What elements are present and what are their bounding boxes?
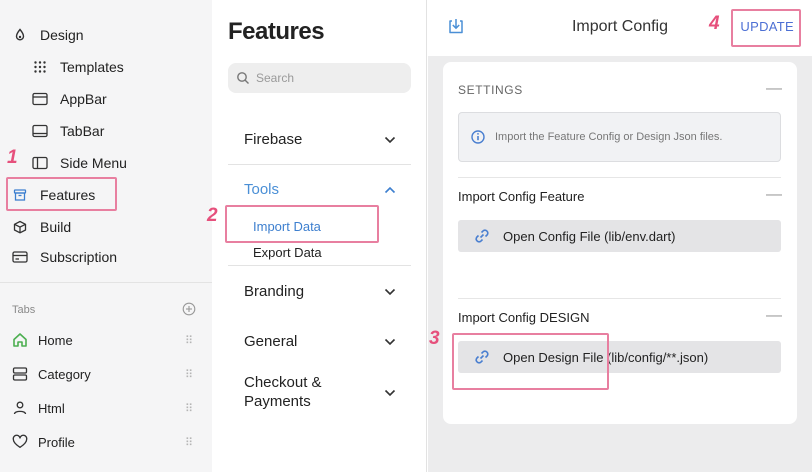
search-icon bbox=[236, 71, 250, 85]
tabbar-icon bbox=[32, 123, 48, 139]
sidebar-item-label: AppBar bbox=[60, 91, 107, 107]
section-label-line2: Payments bbox=[244, 393, 311, 410]
sidebar-item-build[interactable]: Build bbox=[12, 212, 71, 242]
appbar-icon bbox=[32, 91, 48, 107]
drag-handle-icon[interactable]: ⠿ bbox=[185, 368, 193, 381]
collapse-feature-button[interactable]: — bbox=[766, 186, 782, 204]
open-config-file-button[interactable]: Open Config File (lib/env.dart) bbox=[458, 220, 781, 252]
tab-item-label: Profile bbox=[38, 434, 75, 450]
chevron-up-icon bbox=[384, 181, 396, 198]
tab-item-profile[interactable]: Profile ⠿ bbox=[12, 427, 193, 457]
annotation-badge-1: 1 bbox=[7, 147, 18, 168]
drag-handle-icon[interactable]: ⠿ bbox=[185, 334, 193, 347]
section-label: Firebase bbox=[244, 130, 303, 148]
palette-icon bbox=[12, 27, 28, 43]
collapse-settings-button[interactable]: — bbox=[766, 80, 782, 98]
tab-item-category[interactable]: Category ⠿ bbox=[12, 359, 193, 389]
chevron-down-icon bbox=[384, 333, 396, 350]
card-icon bbox=[12, 249, 28, 265]
drag-handle-icon[interactable]: ⠿ bbox=[185, 402, 193, 415]
tabs-label: Tabs bbox=[12, 304, 36, 316]
annotation-badge-3: 3 bbox=[429, 328, 440, 349]
info-box: Import the Feature Config or Design Json… bbox=[458, 112, 781, 162]
tabs-section-header: Tabs bbox=[12, 302, 196, 318]
chevron-down-icon bbox=[384, 131, 396, 148]
section-label-line1: Checkout & bbox=[244, 374, 322, 391]
search-input[interactable]: Search bbox=[228, 63, 411, 93]
sidebar-item-subscription[interactable]: Subscription bbox=[12, 242, 117, 272]
tools-item-export-data[interactable]: Export Data bbox=[253, 245, 322, 260]
open-config-file-label: Open Config File (lib/env.dart) bbox=[503, 228, 676, 244]
section-divider bbox=[228, 164, 411, 165]
cube-icon bbox=[12, 219, 28, 235]
section-tools[interactable]: Tools bbox=[244, 179, 396, 199]
side-menu-icon bbox=[32, 155, 48, 171]
search-placeholder: Search bbox=[256, 71, 295, 85]
card-divider bbox=[458, 177, 781, 178]
link-icon bbox=[473, 227, 491, 245]
left-sidebar: Design Templates AppBar TabBar Side Menu… bbox=[0, 0, 212, 472]
chevron-down-icon bbox=[384, 283, 396, 300]
page-title: Features bbox=[228, 18, 325, 45]
chevron-down-icon bbox=[384, 384, 396, 401]
settings-label: SETTINGS bbox=[458, 83, 523, 97]
annotation-box-open-design-file bbox=[452, 333, 609, 390]
annotation-box-update bbox=[731, 9, 801, 47]
tab-item-label: Category bbox=[38, 366, 91, 382]
section-label: Checkout & Payments bbox=[244, 373, 322, 411]
import-design-label: Import Config DESIGN bbox=[458, 310, 590, 325]
info-icon bbox=[471, 130, 485, 144]
sidebar-item-templates[interactable]: Templates bbox=[32, 52, 124, 82]
sidebar-item-label: Subscription bbox=[40, 249, 118, 265]
section-label: Tools bbox=[244, 180, 280, 198]
section-divider bbox=[228, 265, 411, 266]
sidebar-item-label: Side Menu bbox=[60, 155, 127, 171]
section-branding[interactable]: Branding bbox=[244, 281, 396, 301]
heart-icon bbox=[12, 434, 28, 450]
sidebar-item-design[interactable]: Design bbox=[12, 20, 84, 50]
sidebar-item-label: Design bbox=[40, 27, 84, 43]
tab-item-label: Html bbox=[38, 400, 65, 416]
sidebar-item-label: TabBar bbox=[60, 123, 105, 139]
annotation-box-features bbox=[6, 177, 117, 211]
section-firebase[interactable]: Firebase bbox=[244, 129, 396, 149]
sidebar-divider bbox=[0, 282, 212, 283]
sidebar-item-appbar[interactable]: AppBar bbox=[32, 84, 107, 114]
info-text: Import the Feature Config or Design Json… bbox=[495, 131, 723, 143]
grid-icon bbox=[32, 59, 48, 75]
tab-item-html[interactable]: Html ⠿ bbox=[12, 393, 193, 423]
user-icon bbox=[12, 400, 28, 416]
category-icon bbox=[12, 366, 28, 382]
section-checkout-payments[interactable]: Checkout & Payments bbox=[244, 372, 396, 412]
drag-handle-icon[interactable]: ⠿ bbox=[185, 436, 193, 449]
sidebar-item-label: Templates bbox=[60, 59, 124, 75]
import-config-panel: Import Config UPDATE SETTINGS — Import t… bbox=[428, 0, 812, 472]
card-divider bbox=[458, 298, 781, 299]
annotation-badge-4: 4 bbox=[709, 13, 720, 34]
section-label: Branding bbox=[244, 282, 305, 300]
tab-item-home[interactable]: Home ⠿ bbox=[12, 325, 193, 355]
section-label: General bbox=[244, 332, 298, 350]
sidebar-item-tabbar[interactable]: TabBar bbox=[32, 116, 104, 146]
add-tab-icon[interactable] bbox=[182, 302, 196, 319]
home-icon bbox=[12, 332, 28, 348]
sidebar-item-label: Build bbox=[40, 219, 72, 235]
collapse-design-button[interactable]: — bbox=[766, 307, 782, 325]
annotation-badge-2: 2 bbox=[207, 205, 218, 226]
import-feature-label: Import Config Feature bbox=[458, 189, 585, 204]
tab-item-label: Home bbox=[38, 332, 73, 348]
sidebar-item-side-menu[interactable]: Side Menu bbox=[32, 148, 127, 178]
section-general[interactable]: General bbox=[244, 331, 396, 351]
annotation-box-import-data bbox=[225, 205, 379, 243]
